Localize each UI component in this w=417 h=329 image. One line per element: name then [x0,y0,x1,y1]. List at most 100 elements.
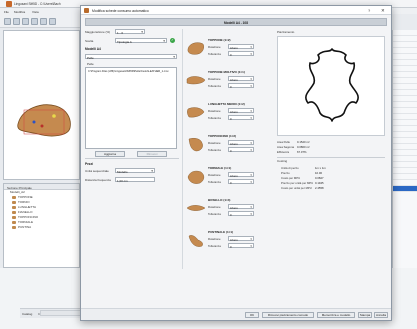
design-canvas[interactable] [3,30,80,180]
section-divider [277,157,385,158]
open-folder-icon[interactable] [13,18,20,25]
tolerance-select[interactable]: 0 [228,51,254,57]
tolerance-select[interactable]: 0 [228,83,254,89]
area-sagoma-label: Area Sagoma [277,145,295,149]
rotation-label: Rotazione [208,77,221,81]
tolerance-label: Tolleranza [208,52,221,56]
piece-shape-icon [187,107,205,118]
tolerance-select[interactable]: 0 [228,115,254,121]
rotation-select[interactable]: Libero [228,204,254,210]
dialog-title: Modifica schede consumo automatico [92,8,149,13]
unit-select[interactable]: Modello [115,168,155,174]
cost-row-value: 2.4558 [315,186,324,190]
piece-icon [12,216,16,219]
area-pelle-value: 0.1520 m² [297,140,310,144]
rotation-label: Rotazione [208,237,221,241]
print-button[interactable]: Stampa [358,312,372,318]
rotation-select[interactable]: Libero [228,44,254,50]
settings-column: Maggiorazione (%) 1 - 0 Scelta Tipologia… [85,29,179,189]
menu-view[interactable]: Vista [32,10,39,14]
piece-shape-icon [186,76,206,85]
rotation-select[interactable]: Libero [228,140,254,146]
piece-icon [12,206,16,209]
tolerance-select[interactable]: 0 [228,211,254,217]
cost-row-label: Costo per unità per MPU [281,186,312,190]
tolerance-select[interactable]: 0 [228,147,254,153]
list-row-selected[interactable] [393,186,417,192]
rotation-label: Rotazione [208,205,221,209]
distance-label: Distanza frequenza [85,178,111,182]
piece-name: TOPPONE MOLTIVO (1×1) [208,70,245,74]
rotation-label: Rotazione [208,45,221,49]
settings-icon[interactable] [49,18,56,25]
magnification-label: Maggiorazione (%) [85,30,111,34]
list-item[interactable]: C:\Program Files (x86)\Lingusani\Sift5D\… [88,70,174,73]
cost-row-label: Prezzo per unità per MPU [281,181,314,185]
rotation-select[interactable]: Libero [228,108,254,114]
app-title: Lingusani Sift5D - C:\Users\Bach [14,2,61,6]
cost-row-value: 10.00 [315,171,322,175]
leather-file-list[interactable]: C:\Program Files (x86)\Lingusani\Sift5D\… [85,67,177,149]
tolerance-label: Tolleranza [208,180,221,184]
new-file-icon[interactable] [4,18,11,25]
placement-preview [277,36,385,136]
rotation-label: Rotazione [208,109,221,113]
section-divider [85,158,179,159]
tolerance-label: Tolleranza [208,148,221,152]
remove-button[interactable]: Rimuovi [137,151,167,157]
preview-title: Piazzamento [277,30,295,34]
piece-icon [12,211,16,214]
piece-shape-icon [188,138,203,152]
piece-row: TOPPONE MOLTIVO (1×1) Rotazione Libero T… [186,69,270,101]
rotation-select[interactable]: Libero [228,76,254,82]
apply-button[interactable]: Aggiorna [95,151,125,157]
menu-file[interactable]: File [4,10,9,14]
magnification-field[interactable]: 1 - 0 [115,29,145,35]
tab-catalog[interactable]: Catalog [22,312,32,316]
piece-name: TOPPONE (1×2) [208,38,231,42]
cost-row-value: 0.0827 [315,176,324,180]
tolerance-select[interactable]: 0 [228,179,254,185]
piece-name: LUNGHETTA MEDIO (1×2) [208,102,245,106]
piece-row: PUNTINALE (1×1) Rotazione Libero Tollera… [186,229,270,261]
rotation-select[interactable]: Libero [228,236,254,242]
save-model-button[interactable]: Memorizza e modello [317,312,355,318]
tolerance-select[interactable]: 0 [228,243,254,249]
piece-shape-icon [186,205,206,211]
tolerance-label: Tolleranza [208,212,221,216]
dialog-app-icon [84,8,89,13]
piece-row: TOPPONCINO (1×2) Rotazione Libero Toller… [186,133,270,165]
confirm-check-icon[interactable]: ✓ [170,38,175,43]
shoe-icon[interactable] [31,18,38,25]
menu-edit[interactable]: Modifica [14,10,25,14]
tree-item[interactable]: PUNTINA [4,225,79,230]
help-button[interactable]: ? [368,8,370,13]
piece-row: TORNIALE (1×1) Rotazione Libero Tolleran… [186,165,270,197]
cost-row-label: Costo per MPU [281,176,301,180]
piece-row: TOPPONE (1×2) Rotazione Libero Tolleranz… [186,37,270,69]
save-icon[interactable] [22,18,29,25]
leather-piece-preview [17,104,71,137]
piece-icon [12,201,16,204]
piece-name: TOPPONCINO (1×2) [208,134,237,138]
rotation-label: Rotazione [208,141,221,145]
area-sagoma-value: 0.0800 m² [297,145,310,149]
choice-select[interactable]: Tipologia A [115,38,167,44]
layers-icon[interactable] [40,18,47,25]
close-button[interactable]: ✕ [381,8,385,14]
tolerance-label: Tolleranza [208,116,221,120]
distance-field[interactable]: 1,00 cm [115,177,155,183]
cancel-button[interactable]: Annulla [374,312,388,318]
app-toolbar [0,14,80,28]
area-pelle-label: Area Pelle [277,140,290,144]
costing-title: Costing [277,159,288,163]
reset-placement-button[interactable]: Rimuovi piazzamento comodo [262,312,314,318]
piece-row: BOSELLO (1×4) Rotazione Libero Tolleranz… [186,197,270,229]
model-header: Modelli A4 - 108 [85,18,387,26]
type-select[interactable]: Pelle [85,54,177,60]
cost-row-label: Prezzo [281,171,290,175]
rotation-select[interactable]: Libero [228,172,254,178]
ok-button[interactable]: OK [245,312,259,318]
piece-icon [12,196,16,199]
piece-shape-icon [188,235,203,247]
